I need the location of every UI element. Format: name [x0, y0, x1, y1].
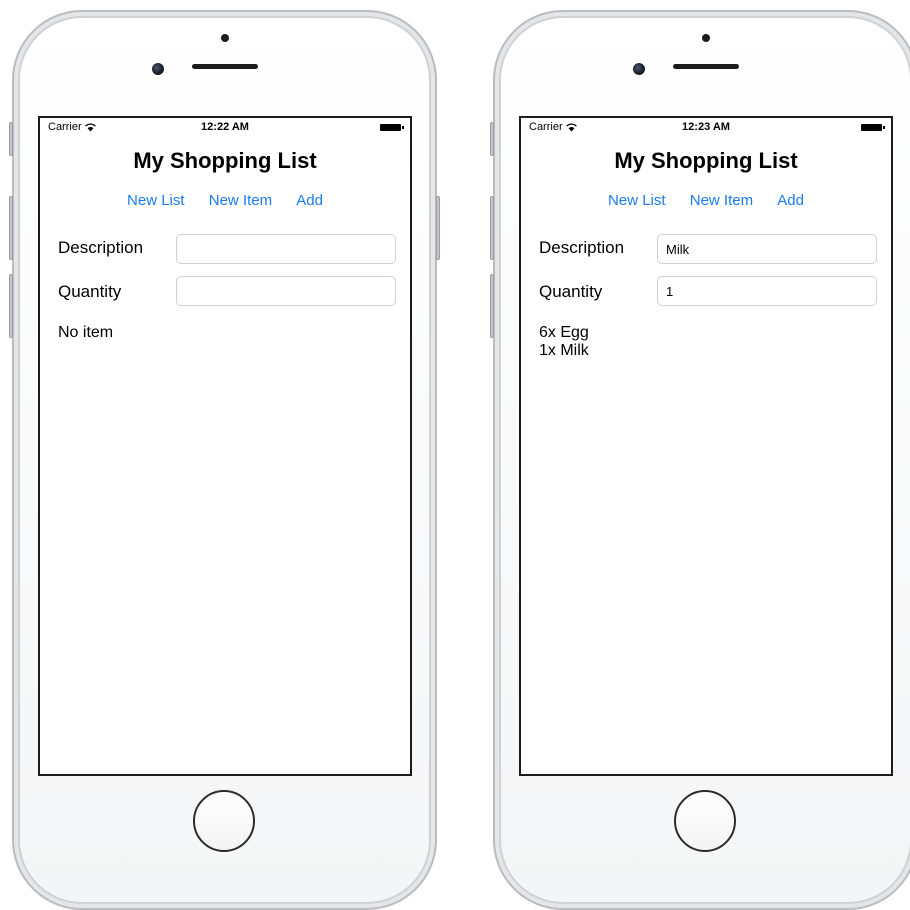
earpiece-speaker: [192, 64, 258, 69]
home-button[interactable]: [674, 790, 736, 852]
mute-switch: [490, 122, 494, 156]
add-button[interactable]: Add: [296, 192, 323, 209]
description-label: Description: [58, 238, 144, 257]
items-list: No item: [58, 324, 113, 342]
toolbar: New List New Item Add: [40, 192, 410, 209]
list-item: 1x Milk: [539, 342, 589, 359]
page-title: My Shopping List: [614, 148, 798, 173]
earpiece-speaker: [673, 64, 739, 69]
volume-down-button: [9, 274, 13, 338]
proximity-sensor: [702, 34, 710, 42]
volume-up-button: [490, 196, 494, 260]
proximity-sensor: [221, 34, 229, 42]
new-item-button[interactable]: New Item: [690, 192, 753, 209]
add-button[interactable]: Add: [777, 192, 804, 209]
description-input[interactable]: [176, 234, 396, 264]
quantity-label: Quantity: [539, 282, 603, 301]
front-camera: [152, 63, 164, 75]
quantity-label: Quantity: [58, 282, 122, 301]
list-item: 6x Egg: [539, 324, 589, 341]
quantity-input[interactable]: [176, 276, 396, 306]
description-label: Description: [539, 238, 625, 257]
description-input[interactable]: [657, 234, 877, 264]
list-item: No item: [58, 324, 114, 341]
power-button: [436, 196, 440, 260]
home-button[interactable]: [193, 790, 255, 852]
new-item-button[interactable]: New Item: [209, 192, 272, 209]
quantity-input[interactable]: [657, 276, 877, 306]
volume-up-button: [9, 196, 13, 260]
page-title: My Shopping List: [133, 148, 317, 173]
screen: Carrier 12:23 AM My Shopping List New Li…: [519, 116, 893, 776]
status-bar: Carrier 12:23 AM: [521, 118, 891, 136]
battery-icon: [380, 124, 404, 131]
new-list-button[interactable]: New List: [608, 192, 666, 209]
status-time: 12:22 AM: [201, 121, 249, 133]
volume-down-button: [490, 274, 494, 338]
front-camera: [633, 63, 645, 75]
mute-switch: [9, 122, 13, 156]
status-bar: Carrier 12:22 AM: [40, 118, 410, 136]
screen: Carrier 12:22 AM My Shopping List New Li…: [38, 116, 412, 776]
phone-left: Carrier 12:22 AM My Shopping List New Li…: [9, 10, 440, 910]
toolbar: New List New Item Add: [521, 192, 891, 209]
battery-icon: [861, 124, 885, 131]
phone-right: Carrier 12:23 AM My Shopping List New Li…: [490, 10, 910, 910]
items-list: 6x Egg 1x Milk: [539, 324, 589, 360]
new-list-button[interactable]: New List: [127, 192, 185, 209]
status-time: 12:23 AM: [682, 121, 730, 133]
